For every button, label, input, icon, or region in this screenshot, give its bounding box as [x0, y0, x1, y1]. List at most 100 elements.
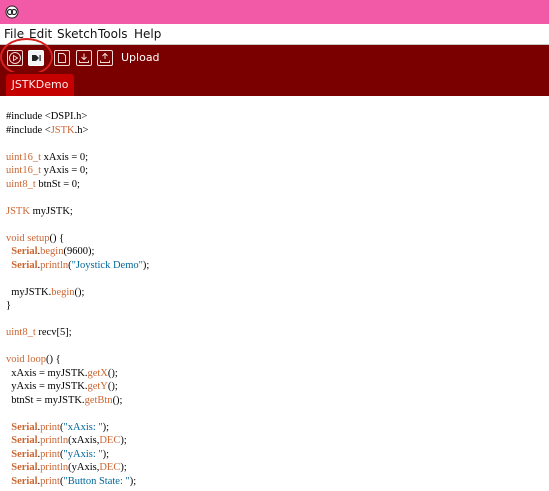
menu-file[interactable]: File: [4, 26, 24, 42]
code-line: void loop() {: [6, 353, 149, 367]
menu-edit[interactable]: Edit: [29, 26, 52, 42]
code-token: DEC: [99, 462, 121, 473]
code-token: Serial: [11, 421, 38, 433]
new-file-icon: [58, 53, 66, 63]
code-token: }: [6, 300, 12, 311]
code-line: uint16_t yAxis = 0;: [6, 164, 149, 178]
code-token: xAxis = myJSTK.: [6, 367, 88, 379]
code-line: Serial.print("yAxis: ");: [6, 448, 149, 462]
code-token: getY: [87, 381, 108, 392]
stop-button[interactable]: [28, 50, 44, 66]
tab-bar: [0, 72, 549, 96]
code-line: Serial.println(xAxis,DEC);: [6, 434, 149, 448]
code-token: );: [129, 475, 137, 487]
code-line: Serial.println("Joystick Demo");: [6, 259, 149, 273]
menu-tools[interactable]: Tools: [98, 26, 128, 42]
code-token: print: [40, 448, 60, 460]
code-token: uint16_t: [6, 165, 42, 176]
code-line: #include <JSTK.h>: [6, 124, 149, 138]
toolbar-status-label: Upload: [121, 51, 160, 64]
code-token: Serial: [11, 259, 38, 271]
code-editor[interactable]: #include <DSPI.h> #include <JSTK.h> uint1…: [0, 96, 549, 491]
code-token: void: [6, 354, 25, 365]
code-token: btnSt = 0;: [35, 178, 80, 190]
code-token: begin: [51, 286, 75, 298]
code-token: println: [40, 462, 69, 473]
menu-sketch[interactable]: Sketch: [57, 26, 97, 42]
code-token: );: [102, 421, 110, 433]
code-token: );: [142, 259, 150, 271]
code-token: recv[5];: [35, 327, 72, 338]
code-token: Serial: [11, 435, 38, 446]
code-area[interactable]: #include <DSPI.h> #include <JSTK.h> uint1…: [6, 110, 149, 488]
open-button[interactable]: [76, 50, 92, 66]
code-line: JSTK myJSTK;: [6, 205, 149, 219]
code-token: println: [40, 259, 69, 271]
code-token: (yAxis,: [68, 462, 100, 473]
code-token: getBtn: [84, 394, 113, 406]
code-token: getX: [87, 367, 108, 379]
menu-bar: File Edit Sketch Tools Help: [0, 24, 549, 45]
code-token: "Button State: ": [63, 475, 130, 487]
code-token: );: [120, 462, 127, 473]
play-icon: [9, 52, 21, 64]
code-token: DEC: [99, 435, 121, 446]
code-token: .h>: [74, 124, 89, 136]
code-token: uint8_t: [6, 327, 36, 338]
save-icon: [100, 52, 110, 63]
code-token: xAxis = 0;: [41, 151, 89, 163]
code-token: btnSt = myJSTK.: [6, 394, 85, 406]
code-token: ();: [107, 381, 118, 392]
code-token: (xAxis,: [68, 435, 100, 446]
tab-jstkdemo[interactable]: JSTKDemo: [6, 74, 74, 96]
code-token: myJSTK;: [29, 205, 73, 217]
menu-help[interactable]: Help: [134, 26, 161, 42]
code-token: () {: [49, 232, 65, 244]
stop-icon: [32, 55, 41, 61]
code-token: yAxis = myJSTK.: [6, 381, 88, 392]
code-token: void: [6, 232, 25, 244]
save-button[interactable]: [97, 50, 113, 66]
code-token: JSTK: [6, 205, 30, 217]
code-token: println: [40, 435, 69, 446]
code-token: yAxis = 0;: [41, 165, 89, 176]
code-token: Serial: [11, 246, 38, 257]
run-button[interactable]: [7, 50, 23, 66]
title-bar: [0, 0, 549, 24]
code-line: Serial.begin(9600);: [6, 245, 149, 259]
code-line: void setup() {: [6, 232, 149, 246]
code-token: uint16_t: [6, 151, 42, 163]
code-line: yAxis = myJSTK.getY();: [6, 380, 149, 394]
code-line: }: [6, 299, 149, 313]
code-line: xAxis = myJSTK.getX();: [6, 367, 149, 381]
code-token: );: [102, 448, 110, 460]
code-token: myJSTK.: [6, 286, 52, 298]
code-token: "yAxis: ": [63, 448, 103, 460]
code-line: btnSt = myJSTK.getBtn();: [6, 394, 149, 408]
code-token: setup: [27, 232, 50, 244]
code-token: "xAxis: ": [63, 421, 103, 433]
code-token: #include <DSPI.h>: [6, 111, 88, 122]
new-button[interactable]: [54, 50, 70, 66]
code-token: ();: [112, 394, 123, 406]
code-token: print: [40, 421, 60, 433]
open-icon: [79, 53, 89, 63]
code-line: Serial.print("xAxis: ");: [6, 421, 149, 435]
app-logo-icon: [5, 5, 19, 19]
code-line: Serial.print("Button State: ");: [6, 475, 149, 489]
code-token: Serial: [11, 462, 38, 473]
code-line: myJSTK.begin();: [6, 286, 149, 300]
code-token: loop: [27, 354, 46, 365]
code-line: Serial.println(yAxis,DEC);: [6, 461, 149, 475]
code-token: JSTK: [50, 124, 75, 136]
code-line: uint16_t xAxis = 0;: [6, 151, 149, 165]
code-token: () {: [45, 354, 61, 365]
code-token: (9600);: [63, 246, 95, 257]
